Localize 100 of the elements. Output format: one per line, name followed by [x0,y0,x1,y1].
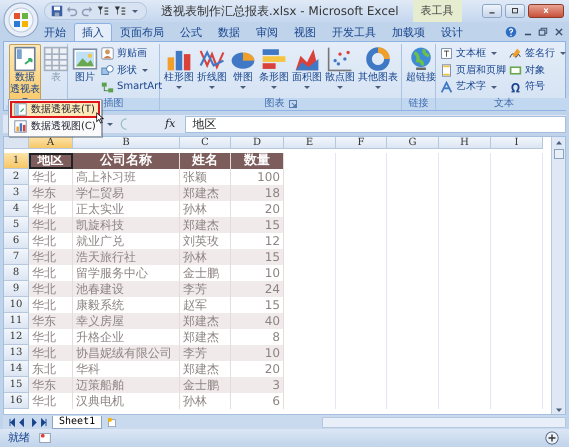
row-header[interactable]: 10 [4,297,29,313]
ribbon-tab[interactable]: 插入 [74,23,112,41]
row-header[interactable]: 3 [4,185,29,201]
group-label: 链接 [408,98,428,110]
column-header[interactable]: F [336,137,387,149]
row-header[interactable]: 1 [4,153,29,169]
ribbon-button[interactable]: 面积图 [291,44,323,93]
sheet-tab[interactable]: Sheet1 [52,416,102,428]
group-label: 文本 [494,98,514,110]
row-header[interactable]: 16 [4,393,29,409]
close-icon[interactable] [554,27,564,38]
ribbon-tab[interactable]: 视图 [286,23,324,41]
row-header[interactable]: 15 [4,377,29,393]
dialog-launcher-icon[interactable] [288,100,296,108]
status-text: 就绪 [8,430,30,446]
table-cell: 18 [231,185,284,201]
ribbon-button[interactable]: SmartArt [100,80,164,94]
table-cell: 金士鹏 [180,377,231,393]
ribbon-button[interactable]: 条形图 [258,44,290,93]
table-cell: 学仁贸易 [73,185,180,201]
ribbon-button[interactable]: 艺术字 [439,80,507,94]
pivot-chart-icon [14,120,27,133]
table-cell: 李芳 [180,281,231,297]
ribbon-button[interactable]: 形状 [100,64,164,78]
scroll-up-icon[interactable] [554,139,562,147]
clipart-icon [101,47,114,60]
header-footer-icon [440,64,453,77]
table-cell: 池春建设 [73,281,180,297]
ribbon-tab[interactable]: 加载项 [384,23,433,41]
row-header[interactable]: 14 [4,361,29,377]
ribbon-button[interactable]: 文本框 [439,46,507,61]
table-cell: 凯旋科技 [73,217,180,233]
zoom-in-icon[interactable] [545,431,559,445]
ribbon-tab[interactable]: 页面布局 [112,23,172,41]
table-cell: 15 [231,217,284,233]
ribbon-button[interactable]: 页眉和页脚 [439,64,507,78]
table-cell: 郑建杰 [180,217,231,233]
object-icon [509,64,522,77]
ribbon-tab[interactable]: 数据 [210,23,248,41]
ribbon-tab[interactable]: 公式 [172,23,210,41]
record-macro-icon[interactable] [38,432,52,444]
row-header[interactable]: 4 [4,201,29,217]
table-cell: 6 [231,393,284,409]
column-header[interactable]: B [73,137,180,149]
formula-field[interactable]: 地区 [185,116,566,132]
save-icon[interactable] [51,5,63,17]
column-header[interactable]: D [231,137,284,149]
table-cell: 40 [231,313,284,329]
ribbon-button[interactable]: 剪贴画 [100,46,164,61]
row-header[interactable]: 8 [4,265,29,281]
table-cell: 华北 [29,249,73,265]
group-label: 插图 [104,98,124,110]
contextual-tab-label: 表工具 [412,0,462,22]
ribbon-button[interactable]: 柱形图 [163,44,195,93]
column-header[interactable]: G [387,137,439,149]
ribbon-button[interactable]: 超链接 [405,44,437,86]
signature-icon [509,47,522,60]
row-header[interactable]: 5 [4,217,29,233]
ribbon-tab[interactable]: 审阅 [248,23,286,41]
horizontal-scrollbar[interactable] [322,416,566,428]
table-cell: 华北 [29,345,73,361]
ribbon-button[interactable]: 饼图 [229,44,257,93]
ribbon-button[interactable]: 折线图 [196,44,228,93]
ribbon-tab[interactable]: 开始 [36,23,74,41]
row-header[interactable]: 7 [4,249,29,265]
restore-icon[interactable] [538,27,548,38]
scroll-thumb[interactable] [554,149,564,159]
row-header[interactable]: 12 [4,329,29,345]
ribbon-button[interactable]: 签名行 [508,46,569,61]
table-cell: 华东 [29,313,73,329]
row-header[interactable]: 11 [4,313,29,329]
filter-icon[interactable] [96,5,110,17]
ribbon-button[interactable]: 对象 [508,64,569,78]
close-button[interactable] [528,4,564,18]
row-header[interactable]: 2 [4,169,29,185]
column-header[interactable]: I [491,137,543,149]
column-header[interactable]: C [180,137,231,149]
row-header[interactable]: 9 [4,281,29,297]
ribbon-button[interactable]: 符号 [508,80,569,94]
filter-icon[interactable] [113,5,127,17]
scatter-chart-icon [327,46,353,72]
column-header[interactable]: H [439,137,491,149]
maximize-button[interactable] [504,4,525,18]
menu-item[interactable]: 数据透视表(T) [10,101,100,118]
help-icon[interactable] [505,26,517,38]
table-cell: 24 [231,281,284,297]
ribbon-tab[interactable]: 设计 [433,23,471,41]
column-heading: 数量 [231,153,284,169]
ribbon-button[interactable]: 散点图 [324,44,356,93]
menu-item[interactable]: 数据透视图(C) [10,118,100,135]
column-header[interactable]: E [284,137,336,149]
omega-icon [509,80,522,94]
ribbon-button[interactable]: 其他图表 [357,44,399,93]
ribbon-tab[interactable]: 开发工具 [324,23,384,41]
row-header[interactable]: 13 [4,345,29,361]
sheet-navigation-icon[interactable] [7,418,49,426]
column-header[interactable]: A [29,137,73,149]
ribbon-button[interactable]: 图片 [71,44,99,86]
row-header[interactable]: 6 [4,233,29,249]
function-button[interactable]: fx [165,116,176,132]
